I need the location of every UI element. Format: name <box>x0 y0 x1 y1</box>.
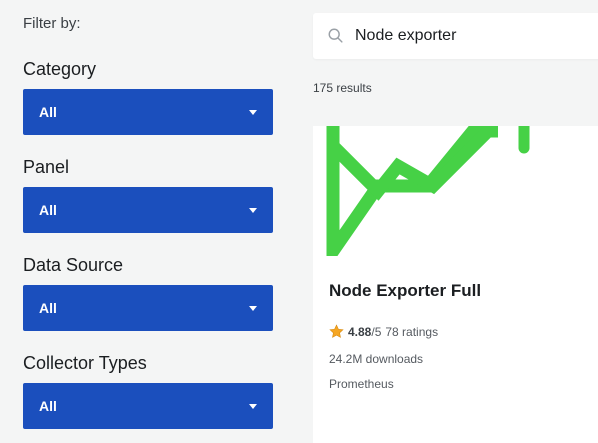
rating-count: 78 ratings <box>385 324 439 339</box>
downloads-count: 24.2M downloads <box>329 352 424 366</box>
rating-value: 4.88 <box>348 324 372 339</box>
category-select[interactable]: All <box>23 89 273 135</box>
results-count: 175 results <box>313 81 372 95</box>
data-source-select-value: All <box>39 300 57 316</box>
filter-label-data-source: Data Source <box>23 255 124 275</box>
card-title[interactable]: Node Exporter Full <box>329 281 481 301</box>
page: Filter by: Category All Panel All Data S… <box>0 0 598 443</box>
filter-label-category: Category <box>23 59 97 79</box>
search-input[interactable] <box>355 27 595 45</box>
rating-row: 4.88 /5 78 ratings <box>329 324 438 339</box>
dashboard-thumbnail-graphic <box>313 126 598 256</box>
panel-select[interactable]: All <box>23 187 273 233</box>
filter-label-collector-types: Collector Types <box>23 353 147 373</box>
rating-scale: /5 <box>371 324 382 339</box>
collector-types-select[interactable]: All <box>23 383 273 429</box>
collector-types-select-value: All <box>39 398 57 414</box>
filter-heading: Filter by: <box>23 15 81 32</box>
filter-label-panel: Panel <box>23 157 70 177</box>
chevron-down-icon <box>249 403 257 409</box>
panel-select-value: All <box>39 202 57 218</box>
datasource-label: Prometheus <box>329 377 394 391</box>
star-icon <box>329 324 344 338</box>
search-box[interactable] <box>313 13 598 59</box>
chevron-down-icon <box>249 109 257 115</box>
search-icon <box>328 28 343 43</box>
dashboard-card[interactable]: Node Exporter Full 4.88 /5 78 ratings 24… <box>313 126 598 443</box>
chevron-down-icon <box>249 305 257 311</box>
data-source-select[interactable]: All <box>23 285 273 331</box>
category-select-value: All <box>39 104 57 120</box>
chevron-down-icon <box>249 207 257 213</box>
